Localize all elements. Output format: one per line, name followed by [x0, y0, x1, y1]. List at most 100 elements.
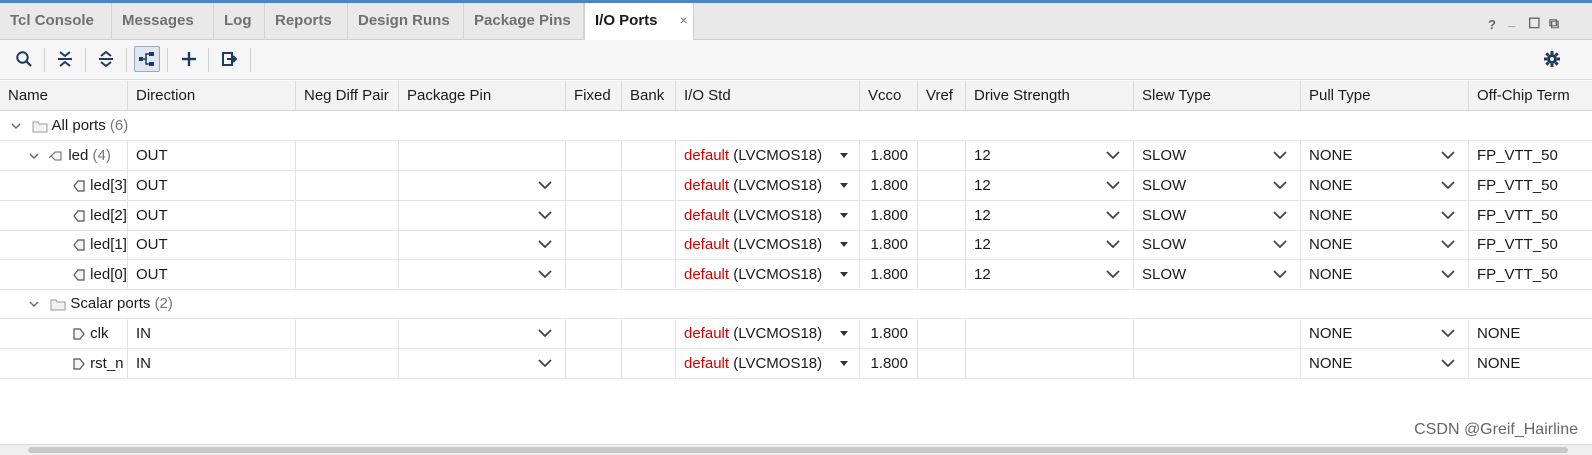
package-pin-select[interactable] [399, 230, 566, 260]
table-row-led-bus[interactable]: led (4) OUT default (LVCMOS18) 1.800 12 … [0, 141, 1592, 171]
chevron-down-icon[interactable] [1441, 239, 1455, 249]
maximize-icon[interactable]: ☐ [1528, 15, 1541, 32]
horizontal-scrollbar[interactable] [0, 444, 1592, 455]
drive-strength-select[interactable]: 12 [966, 141, 1134, 170]
table-row[interactable]: led[0] OUT default (LVCMOS18) 1.800 12 SLOW NO… [0, 259, 1592, 290]
off-chip-term-cell[interactable]: FP_VTT_50 [1469, 260, 1592, 289]
column-header-direction[interactable]: Direction [128, 81, 296, 110]
drive-strength-select[interactable]: 12 [966, 200, 1134, 230]
caret-down-icon[interactable] [840, 183, 848, 189]
pull-type-select[interactable]: NONE [1301, 230, 1469, 260]
off-chip-term-cell[interactable]: NONE [1469, 319, 1592, 348]
pull-type-select[interactable]: NONE [1301, 200, 1469, 230]
fixed-cell[interactable] [566, 200, 622, 230]
column-header-vref[interactable]: Vref [918, 81, 966, 110]
scrollbar-thumb[interactable] [28, 447, 1568, 453]
help-icon[interactable]: ? [1488, 17, 1496, 32]
slew-type-select[interactable]: SLOW [1134, 259, 1301, 289]
table-row[interactable]: led[3] OUT default (LVCMOS18) 1.800 12 SLOW NO… [0, 171, 1592, 201]
fixed-cell[interactable] [566, 319, 622, 348]
chevron-down-icon[interactable] [1441, 328, 1455, 338]
caret-down-icon[interactable] [840, 242, 848, 248]
chevron-down-icon[interactable] [1441, 180, 1455, 190]
column-header-vcco[interactable]: Vcco [860, 81, 918, 110]
package-pin-select[interactable] [399, 200, 566, 230]
chevron-down-icon[interactable] [10, 120, 22, 132]
export-icon[interactable] [217, 46, 243, 72]
caret-down-icon[interactable] [840, 212, 848, 219]
slew-type-select[interactable]: SLOW [1134, 230, 1301, 260]
column-header-off-chip-term[interactable]: Off-Chip Term [1469, 81, 1592, 110]
column-header-bank[interactable]: Bank [622, 81, 676, 110]
chevron-down-icon[interactable] [1441, 150, 1455, 160]
chevron-down-icon[interactable] [1441, 269, 1455, 279]
caret-down-icon[interactable] [840, 271, 848, 278]
search-icon[interactable] [11, 46, 37, 72]
group-row-scalar-ports[interactable]: Scalar ports (2) [0, 289, 1592, 319]
column-header-pull-type[interactable]: Pull Type [1301, 81, 1469, 110]
slew-type-select[interactable]: SLOW [1134, 200, 1301, 230]
fixed-cell[interactable] [566, 348, 622, 378]
io-std-select[interactable]: default (LVCMOS18) [676, 348, 860, 378]
slew-type-select[interactable]: SLOW [1134, 171, 1301, 200]
package-pin-select[interactable] [399, 171, 566, 200]
chevron-down-icon[interactable] [538, 239, 552, 249]
chevron-down-icon[interactable] [538, 358, 552, 368]
tab-io-ports[interactable]: I/O Ports × [584, 3, 694, 41]
chevron-down-icon[interactable] [1106, 150, 1120, 160]
column-header-drive-strength[interactable]: Drive Strength [966, 81, 1134, 110]
pull-type-select[interactable]: NONE [1301, 259, 1469, 289]
chevron-down-icon[interactable] [1441, 210, 1455, 220]
column-header-slew-type[interactable]: Slew Type [1134, 81, 1301, 110]
off-chip-term-cell[interactable]: FP_VTT_50 [1469, 141, 1592, 170]
chevron-down-icon[interactable] [1106, 210, 1120, 220]
expand-all-icon[interactable] [93, 46, 119, 72]
tab-reports[interactable]: Reports [265, 3, 348, 40]
drive-strength-select[interactable]: 12 [966, 259, 1134, 289]
fixed-cell[interactable] [566, 230, 622, 260]
column-header-package-pin[interactable]: Package Pin [399, 81, 566, 110]
chevron-down-icon[interactable] [28, 298, 40, 310]
chevron-down-icon[interactable] [538, 180, 552, 190]
restore-icon[interactable]: ⧉ [1549, 15, 1559, 32]
collapse-all-icon[interactable] [52, 46, 78, 72]
chevron-down-icon[interactable] [1106, 239, 1120, 249]
chevron-down-icon[interactable] [1273, 150, 1287, 160]
gear-icon[interactable] [1539, 46, 1565, 72]
io-std-select[interactable]: default (LVCMOS18) [676, 200, 860, 230]
chevron-down-icon[interactable] [1441, 358, 1455, 368]
column-header-fixed[interactable]: Fixed [566, 81, 622, 110]
drive-strength-select[interactable]: 12 [966, 171, 1134, 200]
off-chip-term-cell[interactable]: NONE [1469, 349, 1592, 378]
table-row[interactable]: led[1] OUT default (LVCMOS18) 1.800 12 SLOW NO… [0, 230, 1592, 261]
io-std-select[interactable]: default (LVCMOS18) [676, 230, 860, 260]
package-pin-select[interactable] [399, 319, 566, 348]
column-header-neg-diff-pair[interactable]: Neg Diff Pair [296, 81, 399, 110]
close-icon[interactable]: × [680, 12, 688, 28]
chevron-down-icon[interactable] [1106, 180, 1120, 190]
chevron-down-icon[interactable] [1273, 269, 1287, 279]
chevron-down-icon[interactable] [1273, 210, 1287, 220]
minimize-icon[interactable]: _ [1508, 13, 1515, 28]
off-chip-term-cell[interactable]: FP_VTT_50 [1469, 230, 1592, 259]
chevron-down-icon[interactable] [28, 150, 40, 162]
chevron-down-icon[interactable] [538, 328, 552, 338]
pull-type-select[interactable]: NONE [1301, 348, 1469, 378]
fixed-cell[interactable] [566, 259, 622, 289]
io-std-select[interactable]: default (LVCMOS18) [676, 171, 860, 200]
tab-design-runs[interactable]: Design Runs [348, 3, 464, 40]
off-chip-term-cell[interactable]: FP_VTT_50 [1469, 201, 1592, 230]
column-header-name[interactable]: Name [0, 81, 128, 110]
group-by-interface-icon[interactable] [134, 46, 160, 72]
table-row[interactable]: led[2] OUT default (LVCMOS18) 1.800 12 SLOW NO… [0, 200, 1592, 231]
table-row[interactable]: clk IN default (LVCMOS18) 1.800 NONE NONE [0, 319, 1592, 349]
io-std-select[interactable]: default (LVCMOS18) [676, 141, 860, 170]
table-row[interactable]: rst_n IN default (LVCMOS18) 1.800 NONE NONE [0, 348, 1592, 379]
chevron-down-icon[interactable] [538, 269, 552, 279]
tab-messages[interactable]: Messages [112, 3, 214, 40]
package-pin-select[interactable] [399, 348, 566, 378]
add-icon[interactable] [176, 46, 202, 72]
fixed-cell[interactable] [566, 171, 622, 200]
slew-type-select[interactable]: SLOW [1134, 141, 1301, 170]
tab-package-pins[interactable]: Package Pins [464, 3, 584, 40]
